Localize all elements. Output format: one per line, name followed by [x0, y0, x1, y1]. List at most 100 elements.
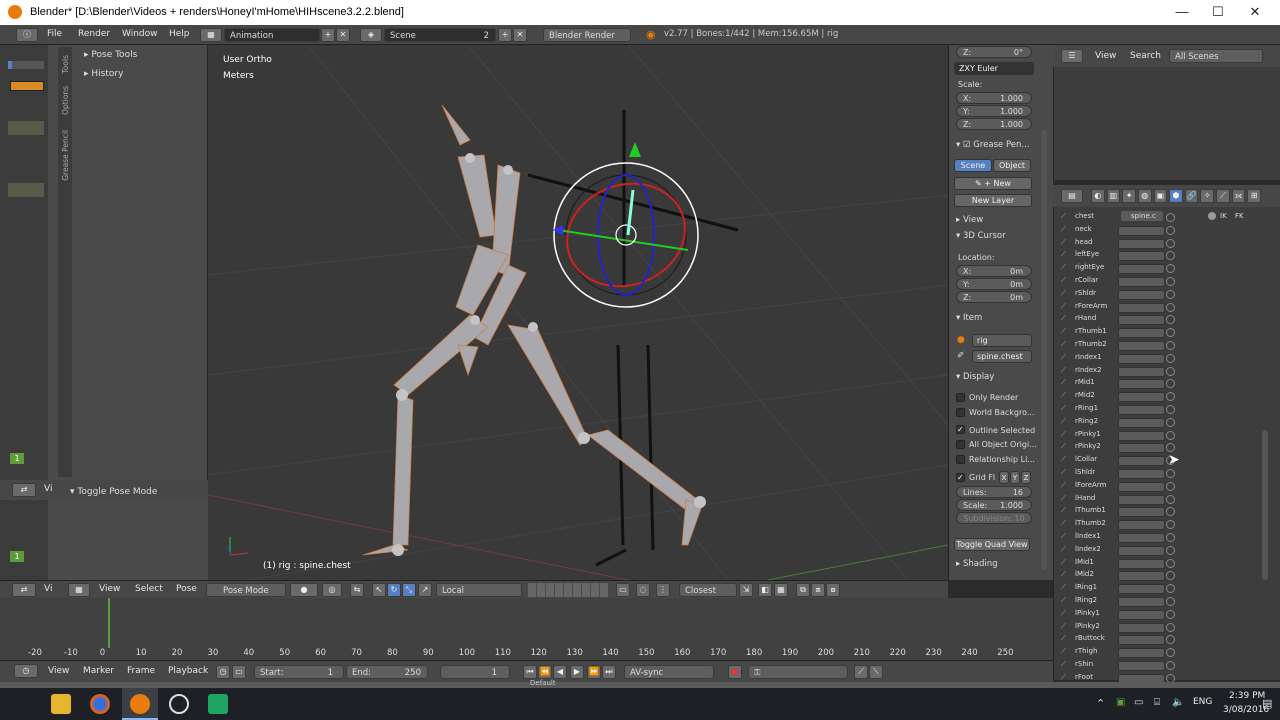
bone-row-field[interactable] [1118, 661, 1165, 671]
item-object-name[interactable]: rig [972, 334, 1032, 347]
view-section[interactable]: ▸ View [956, 215, 983, 225]
timeline-menu-frame[interactable]: Frame [127, 666, 155, 676]
bone-visibility-icon[interactable] [1166, 430, 1175, 440]
lock-range-icon[interactable]: ▭ [232, 665, 246, 679]
outliner-menu-search[interactable]: Search [1130, 51, 1161, 61]
play-reverse-icon[interactable]: ◀ [553, 665, 567, 679]
first-row-target[interactable]: spine.c [1121, 211, 1163, 221]
grid-floor-checkbox[interactable]: ✓ [956, 473, 965, 482]
gp-scene-button[interactable]: Scene [954, 159, 992, 172]
screen-layout-field[interactable]: Animation [224, 28, 320, 42]
only-render-checkbox[interactable] [956, 393, 965, 402]
bone-row-field[interactable] [1118, 417, 1165, 428]
bone-row-field[interactable] [1118, 302, 1165, 313]
bone-visibility-icon[interactable] [1166, 494, 1175, 504]
properties-editor-icon[interactable]: ▤ [1061, 189, 1083, 203]
bone-visibility-icon[interactable] [1166, 277, 1175, 286]
texture-tab-icon[interactable]: ⊞ [1247, 189, 1262, 203]
panel-pose-tools[interactable]: ▸ Pose Tools [84, 50, 137, 60]
world-tab-icon[interactable]: ◍ [1137, 189, 1152, 203]
snap-toggle-icon[interactable]: ⋮ [656, 583, 670, 597]
bone-row-field[interactable] [1118, 315, 1165, 326]
bone-row-field[interactable] [1118, 545, 1165, 556]
bone-visibility-icon[interactable] [1166, 661, 1175, 670]
viewport-menu-view[interactable]: View [99, 584, 120, 594]
blender-taskbar-icon[interactable] [130, 694, 150, 714]
remove-scene-icon[interactable]: ✕ [513, 28, 527, 42]
bone-row-field[interactable] [1118, 609, 1165, 620]
bone-row-field[interactable] [1118, 481, 1165, 492]
data-tab-icon[interactable]: ✧ [1200, 189, 1215, 203]
cursor-z-field[interactable]: Z: 0m [956, 291, 1032, 303]
timeline-menu-playback[interactable]: Playback [168, 666, 208, 676]
translate-manipulator-icon[interactable]: ↖ [372, 583, 386, 597]
jump-prev-key-icon[interactable]: ⏪ [538, 665, 552, 679]
rotation-mode-select[interactable]: ZXY Euler [954, 62, 1034, 75]
lock-layers-icon[interactable]: ▭ [616, 583, 630, 597]
transform-mode-icon[interactable]: ↗ [418, 583, 432, 597]
gp-object-button[interactable]: Object [993, 159, 1031, 172]
bone-row-field[interactable] [1118, 328, 1165, 339]
jump-end-icon[interactable]: ⏭ [602, 665, 616, 679]
timeline-menu-marker[interactable]: Marker [83, 666, 114, 676]
bone-visibility-icon[interactable] [1166, 558, 1175, 568]
sync-mode-select[interactable]: AV-sync [624, 665, 714, 679]
copy-pose-icon[interactable]: ⧉ [796, 583, 810, 597]
viewport-shading-select[interactable]: ● [290, 583, 318, 597]
bone-visibility-icon[interactable] [1166, 622, 1175, 632]
manipulator-toggle-icon[interactable]: ⇆ [350, 583, 364, 597]
panel-history[interactable]: ▸ History [84, 69, 123, 79]
minimize-button[interactable]: — [1164, 3, 1200, 21]
properties-scrollbar[interactable] [1042, 130, 1047, 570]
bone-row-field[interactable] [1118, 494, 1165, 505]
tray-usb-icon[interactable]: ▭ [1134, 697, 1143, 708]
menu-view-short[interactable]: Vi [44, 484, 52, 494]
bone-visibility-icon[interactable] [1166, 533, 1175, 542]
viewport-menu-pose[interactable]: Pose [176, 584, 197, 594]
network-icon[interactable]: ⌸ [1154, 697, 1160, 708]
scale-manipulator-icon[interactable]: ⤡ [402, 583, 416, 597]
outliner-menu-view[interactable]: View [1095, 51, 1116, 61]
tray-app-icon[interactable]: ▣ [1116, 697, 1125, 708]
record-icon[interactable]: ● [728, 665, 742, 679]
scene-icon[interactable]: ◈ [360, 28, 382, 42]
preview-range-icon[interactable]: ◷ [216, 665, 230, 679]
grid-axis-z-toggle[interactable]: Z [1021, 471, 1031, 484]
bone-row-field[interactable] [1118, 558, 1165, 569]
bone-row-field[interactable] [1118, 277, 1165, 287]
grid-scale-field[interactable]: Scale: 1.000 [956, 499, 1032, 511]
snap-align-icon[interactable]: ⇲ [739, 583, 753, 597]
tab-tools[interactable]: Tools [61, 55, 70, 73]
menu-view-short[interactable]: Vi [44, 584, 52, 594]
bone-visibility-icon[interactable] [1166, 597, 1175, 606]
render-preview-icon[interactable]: ◧ [758, 583, 772, 597]
outliner-filter-select[interactable]: All Scenes [1169, 49, 1263, 63]
bone-visibility-icon[interactable] [1166, 302, 1175, 312]
remove-layout-icon[interactable]: ✕ [336, 28, 350, 42]
bone-row-field[interactable] [1118, 507, 1165, 518]
bone-visibility-icon[interactable] [1166, 366, 1175, 376]
grid-lines-field[interactable]: Lines: 16 [956, 486, 1032, 498]
bone-row-field[interactable] [1118, 392, 1165, 403]
proportional-edit-icon[interactable]: ◌ [636, 583, 650, 597]
bone-row-field[interactable] [1118, 366, 1165, 377]
close-button[interactable]: ✕ [1237, 3, 1273, 21]
add-layout-icon[interactable]: + [321, 28, 335, 42]
bone-visibility-icon[interactable] [1166, 353, 1175, 363]
editor-type-icon[interactable]: ⇄ [12, 483, 36, 497]
bone-row-field[interactable] [1118, 456, 1165, 467]
add-scene-icon[interactable]: + [498, 28, 512, 42]
bone-visibility-icon[interactable] [1166, 405, 1175, 414]
3d-viewport[interactable]: User Ortho Meters (1) rig : spine.chest [208, 45, 948, 580]
item-section[interactable]: ▾ Item [956, 313, 982, 323]
paste-pose-icon[interactable]: ⧈ [811, 583, 825, 597]
tray-chevron-icon[interactable]: ⌃ [1096, 697, 1105, 710]
cursor-y-field[interactable]: Y: 0m [956, 278, 1032, 290]
bone-row-field[interactable] [1118, 379, 1165, 390]
menu-window[interactable]: Window [122, 29, 158, 39]
bone-visibility-icon[interactable] [1166, 238, 1175, 248]
screen-layout-icon[interactable]: ▦ [200, 28, 222, 42]
menu-help[interactable]: Help [169, 29, 190, 39]
scale-y-field[interactable]: Y: 1.000 [956, 105, 1032, 117]
render-tab-icon[interactable]: ◐ [1091, 189, 1105, 203]
